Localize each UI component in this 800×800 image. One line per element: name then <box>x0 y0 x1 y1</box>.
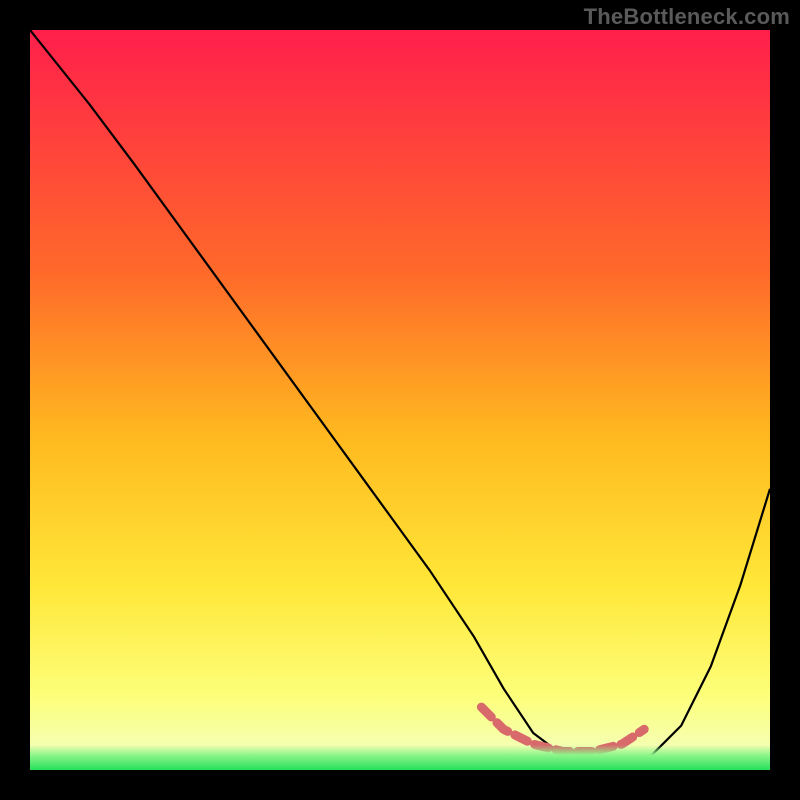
chart-background-gradient <box>30 30 770 770</box>
chart-plot-area <box>30 30 770 770</box>
chart-svg <box>30 30 770 770</box>
watermark-text: TheBottleneck.com <box>584 4 790 30</box>
